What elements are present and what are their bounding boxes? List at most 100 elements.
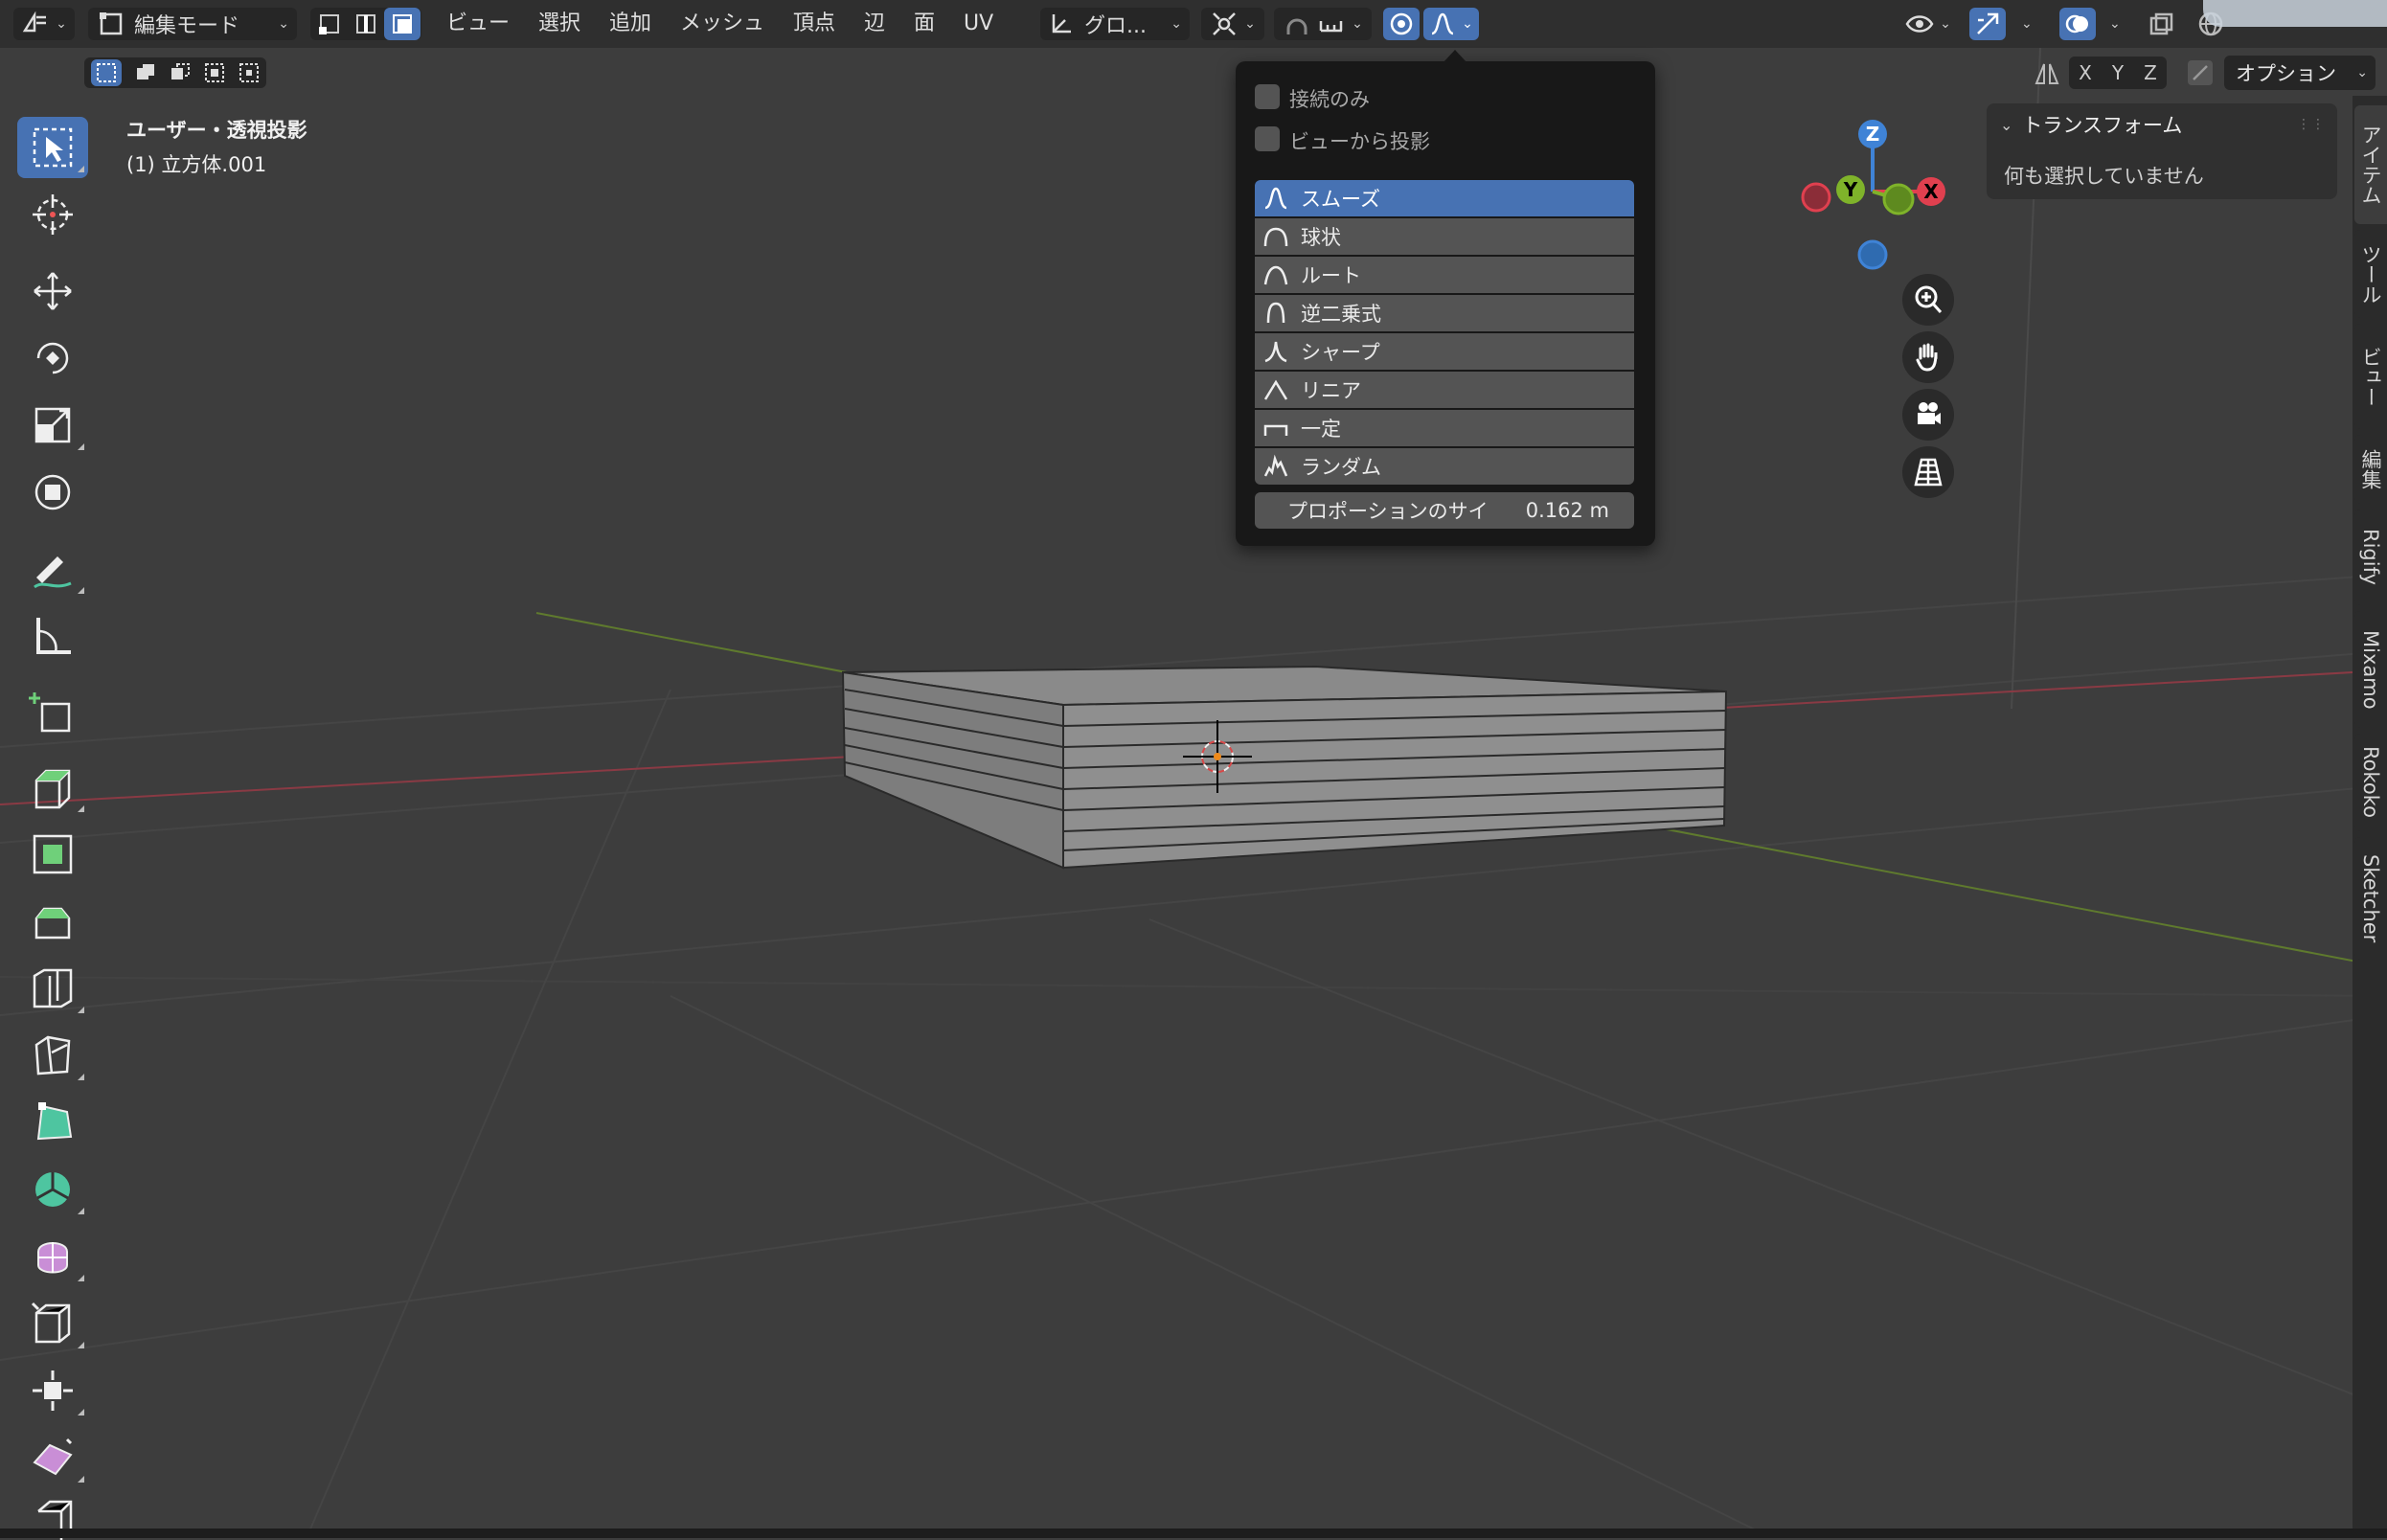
proportional-edit-toggle[interactable] [1383, 8, 1420, 40]
select-set-new-button[interactable] [91, 59, 122, 86]
menu-view[interactable]: ビュー [446, 8, 510, 40]
tab-view[interactable]: ビュー [2354, 324, 2387, 429]
mirror-y-button[interactable]: Y [2102, 57, 2134, 89]
menu-select[interactable]: 選択 [538, 8, 580, 40]
menu-edge[interactable]: 辺 [864, 8, 885, 40]
zoom-button[interactable] [1902, 274, 1954, 326]
smooth-tool[interactable] [17, 1226, 88, 1287]
transform-tool[interactable] [17, 462, 88, 523]
no-selection-message: 何も選択していません [2004, 165, 2204, 188]
face-select-button[interactable] [384, 8, 421, 40]
edge-select-button[interactable] [348, 8, 384, 40]
proportional-editing-popover: 接続のみ ビューから投影 スムーズ 球状 ルート 逆二乗式 シャープ リニア 一… [1236, 50, 1655, 546]
chevron-down-icon: ⌄ [1171, 16, 1182, 32]
select-subtract-icon[interactable] [170, 62, 191, 83]
perspective-toggle-button[interactable] [1902, 446, 1954, 498]
projected-from-view-label: ビューから投影 [1289, 130, 1430, 153]
overlays-toggle[interactable] [2059, 8, 2096, 40]
navigation-gizmo[interactable]: Z X Y [1791, 115, 1954, 278]
tab-sketcher[interactable]: Sketcher [2354, 837, 2387, 960]
proportional-size-field[interactable]: プロポーションのサイ 0.162 m [1255, 492, 1634, 529]
loop-cut-icon [33, 968, 73, 1008]
cursor-tool[interactable] [17, 184, 88, 245]
object-visibility-dropdown[interactable]: ⌄ [1900, 8, 1956, 40]
falloff-option-sphere[interactable]: 球状 [1255, 218, 1634, 255]
loop-cut-tool[interactable] [17, 958, 88, 1019]
bevel-tool[interactable] [17, 891, 88, 952]
rotate-tool[interactable] [17, 328, 88, 389]
selection-mode-group [84, 57, 266, 88]
select-box-tool[interactable] [17, 117, 88, 178]
edge-slide-tool[interactable] [17, 1293, 88, 1354]
inset-tool[interactable] [17, 824, 88, 885]
falloff-option-label: ランダム [1301, 456, 1381, 479]
annotate-tool[interactable] [17, 538, 88, 600]
add-cube-tool[interactable] [17, 682, 88, 743]
falloff-option-smooth[interactable]: スムーズ [1255, 180, 1634, 216]
shrink-fatten-tool[interactable] [17, 1360, 88, 1421]
pan-button[interactable] [1902, 331, 1954, 383]
tool-submenu-indicator [78, 443, 84, 450]
extrude-tool[interactable] [17, 757, 88, 818]
tab-mixamo[interactable]: Mixamo [2354, 611, 2387, 728]
measure-tool[interactable] [17, 605, 88, 667]
scale-tool[interactable] [17, 395, 88, 456]
tab-item[interactable]: アイテム [2354, 105, 2387, 224]
falloff-option-random[interactable]: ランダム [1255, 448, 1634, 485]
mirror-z-button[interactable]: Z [2134, 57, 2167, 89]
tab-rigify[interactable]: Rigify [2354, 510, 2387, 605]
knife-icon [34, 1035, 71, 1076]
xray-toggle[interactable] [2142, 8, 2180, 40]
viewport-scene[interactable] [0, 48, 2387, 1538]
menu-add[interactable]: 追加 [609, 8, 651, 40]
falloff-option-constant[interactable]: 一定 [1255, 410, 1634, 446]
editor-type-button[interactable]: ⌄ [13, 8, 75, 40]
transform-panel-header[interactable]: ⌄ トランスフォーム ⋮⋮ [1987, 103, 2337, 146]
pivot-icon [1213, 12, 1237, 35]
menu-uv[interactable]: UV [964, 8, 993, 40]
falloff-option-root[interactable]: ルート [1255, 257, 1634, 293]
options-dropdown[interactable]: オプション ⌄ [2224, 56, 2376, 90]
menu-vertex[interactable]: 頂点 [793, 8, 835, 40]
vertex-select-button[interactable] [311, 8, 348, 40]
mode-dropdown[interactable]: 編集モード ⌄ [88, 8, 297, 40]
overlays-icon [2065, 14, 2088, 34]
chevron-down-icon: ⌄ [2356, 65, 2368, 80]
spin-tool[interactable] [17, 1159, 88, 1220]
snap-increment-icon[interactable] [1317, 10, 1346, 38]
falloff-option-label: スムーズ [1301, 188, 1380, 211]
select-mode-group [310, 8, 421, 40]
knife-tool[interactable] [17, 1025, 88, 1086]
chevron-down-icon[interactable]: ⌄ [2021, 8, 2033, 40]
projected-from-view-checkbox[interactable] [1255, 126, 1280, 151]
drag-handle-icon[interactable]: ⋮⋮ [2297, 117, 2326, 132]
shear-tool[interactable] [17, 1427, 88, 1488]
falloff-dropdown[interactable]: ⌄ [1423, 8, 1479, 40]
select-intersect-icon[interactable] [239, 62, 260, 83]
select-extend-icon[interactable] [135, 62, 156, 83]
menu-mesh[interactable]: メッシュ [680, 8, 764, 40]
pivot-point-dropdown[interactable]: ⌄ [1201, 8, 1264, 40]
transform-panel: ⌄ トランスフォーム ⋮⋮ 何も選択していません [1987, 103, 2337, 199]
falloff-option-inverse-square[interactable]: 逆二乗式 [1255, 295, 1634, 331]
snap-magnet-icon[interactable] [1283, 10, 1311, 38]
poly-build-tool[interactable] [17, 1092, 88, 1153]
annotate-pencil-icon [34, 556, 72, 589]
chevron-down-icon[interactable]: ⌄ [2109, 8, 2121, 40]
tab-tool[interactable]: ツール [2354, 230, 2387, 318]
falloff-option-label: 一定 [1301, 418, 1341, 441]
menu-face[interactable]: 面 [914, 8, 935, 40]
connected-only-checkbox[interactable] [1255, 84, 1280, 109]
tab-edit[interactable]: 編集 [2354, 435, 2387, 504]
transform-orientation-dropdown[interactable]: グロ... ⌄ [1040, 8, 1190, 40]
gizmo-toggle[interactable] [1969, 8, 2006, 40]
auto-merge-icon[interactable] [2184, 57, 2216, 89]
move-tool[interactable] [17, 260, 88, 322]
select-invert-icon[interactable] [204, 62, 225, 83]
mirror-x-button[interactable]: X [2069, 57, 2102, 89]
camera-view-button[interactable] [1902, 389, 1954, 441]
falloff-option-linear[interactable]: リニア [1255, 372, 1634, 408]
tab-rokoko[interactable]: Rokoko [2354, 734, 2387, 831]
falloff-option-sharp[interactable]: シャープ [1255, 333, 1634, 370]
edge-select-icon [356, 14, 375, 34]
